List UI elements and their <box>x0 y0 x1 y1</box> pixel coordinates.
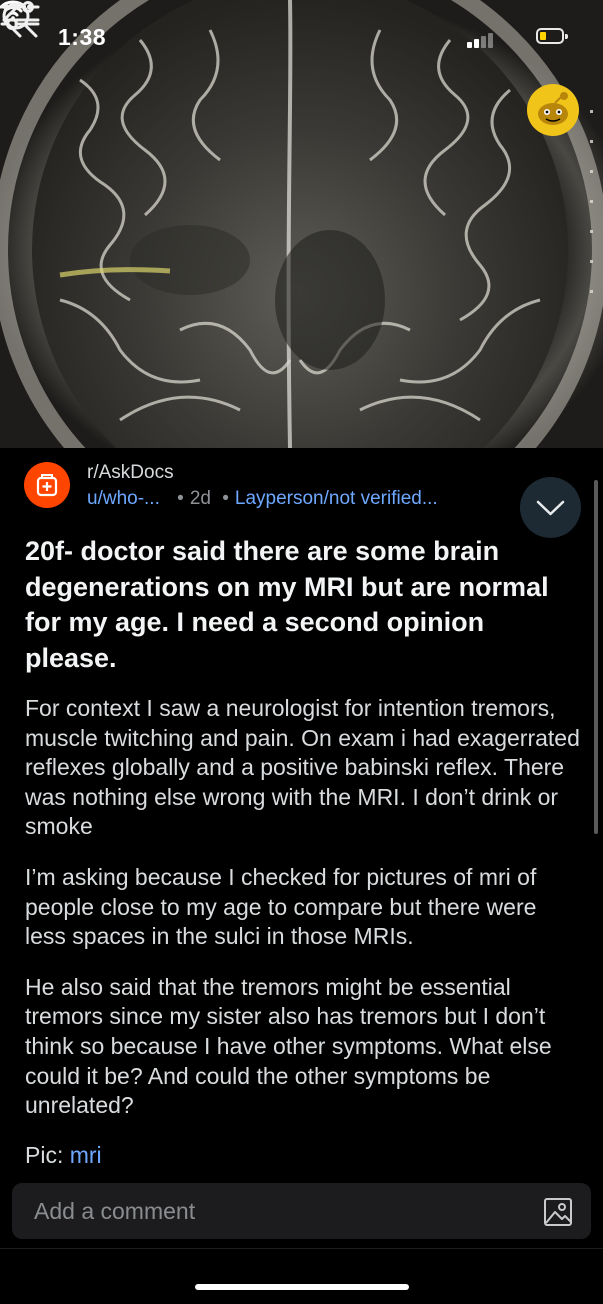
scrollbar[interactable] <box>594 480 598 834</box>
pic-label: Pic: <box>25 1142 64 1168</box>
post-title: 20f- doctor said there are some brain de… <box>25 536 549 673</box>
comment-bar[interactable]: Add a comment <box>12 1183 591 1239</box>
body-paragraph: He also said that the tremors might be e… <box>25 973 552 1119</box>
collapse-button[interactable] <box>520 477 581 538</box>
body-paragraph: For context I saw a neurologist for inte… <box>25 695 580 840</box>
mri-scan-graphic <box>0 0 603 448</box>
subreddit-icon[interactable] <box>24 462 70 508</box>
battery-icon <box>536 28 568 44</box>
post-age: 2d <box>189 488 211 509</box>
cellular-signal-icon <box>467 30 497 48</box>
status-bar: 1:38 <box>0 0 603 60</box>
meta-separator: • <box>177 488 184 509</box>
post-meta: u/who-... • 2d • Layperson/not verified... <box>87 488 438 510</box>
body-paragraph: I’m asking because I checked for picture… <box>25 863 537 950</box>
snoo-avatar-icon <box>538 92 568 125</box>
chevron-down-icon <box>536 500 565 516</box>
subreddit-name[interactable]: r/AskDocs <box>87 462 174 484</box>
author-link[interactable]: u/who-... <box>87 488 160 509</box>
divider <box>0 1248 603 1249</box>
home-indicator[interactable] <box>195 1284 409 1290</box>
post-header: r/AskDocs u/who-... • 2d • Layperson/not v… <box>24 458 584 518</box>
comment-input[interactable]: Add a comment <box>34 1198 195 1225</box>
meta-separator: • <box>222 488 229 509</box>
user-flair: Layperson/not verified... <box>234 488 438 509</box>
image-upload-icon[interactable] <box>543 1197 573 1227</box>
more-icon[interactable] <box>0 0 36 14</box>
post-body: For context I saw a neurologist for inte… <box>25 694 580 1142</box>
pic-link[interactable]: mri <box>70 1142 102 1168</box>
medical-kit-icon <box>36 474 58 497</box>
status-time: 1:38 <box>58 24 107 50</box>
pic-line: Pic: mri <box>25 1142 102 1169</box>
user-avatar[interactable] <box>527 84 579 136</box>
post-image[interactable]: 1:38 <box>0 0 603 448</box>
